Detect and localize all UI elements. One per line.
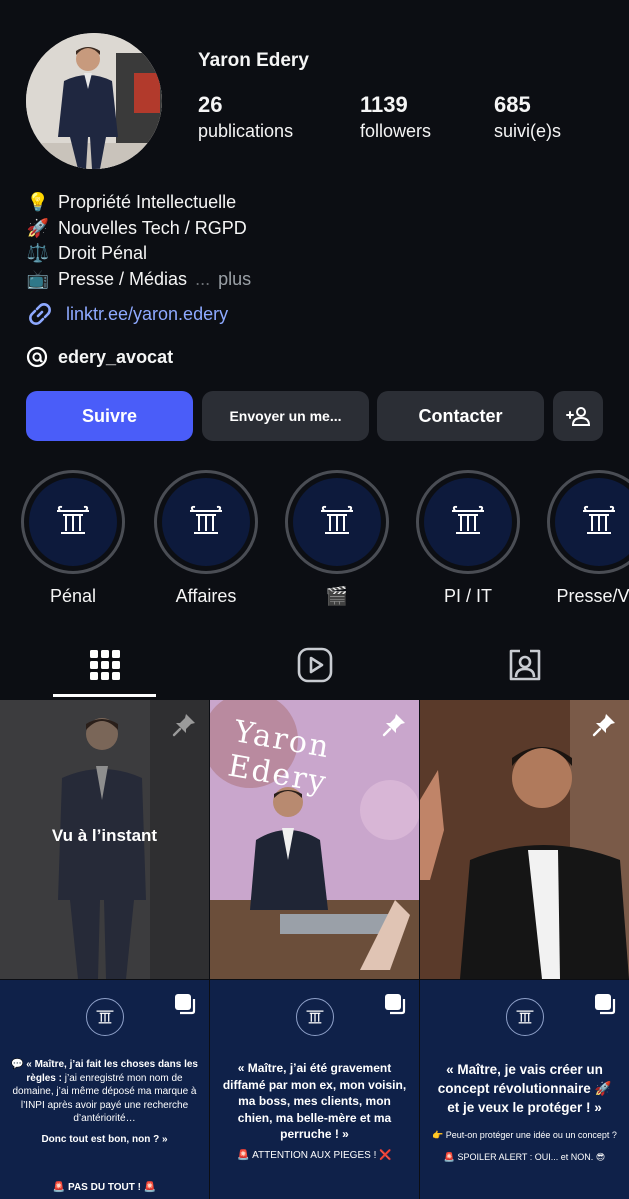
stat-value: 685 [494, 92, 531, 117]
bio-text: Presse / Médias [58, 268, 188, 289]
tab-reels[interactable] [263, 632, 367, 698]
highlight-cover [555, 478, 629, 566]
bio-line: 📺 Presse / Médias ... plus [26, 267, 251, 293]
lightbulb-icon: 💡 [26, 192, 50, 212]
post-tile[interactable]: Yaron Edery « Maître, j’ai été gravement… [210, 700, 419, 1199]
threads-icon [26, 346, 48, 368]
highlight-cover [29, 478, 117, 566]
message-button[interactable]: Envoyer un me... [202, 391, 369, 441]
stat-followers[interactable]: 1139 followers [360, 92, 431, 142]
bio-line: 🚀 Nouvelles Tech / RGPD [26, 216, 251, 242]
highlight-ring [21, 470, 125, 574]
bio-text: Propriété Intellectuelle [58, 192, 237, 212]
tab-grid[interactable] [53, 632, 157, 698]
column-logo-icon [321, 505, 353, 534]
highlight-cover [293, 478, 381, 566]
post-footer: 🚨 SPOILER ALERT : OUI... et NON. 😎 [443, 1152, 606, 1162]
highlight-label: PI / IT [443, 586, 492, 606]
stat-value: 26 [198, 92, 223, 117]
bio-ellipsis: ... [195, 268, 211, 289]
reels-icon [297, 647, 333, 683]
active-tab-indicator [53, 694, 156, 697]
add-person-icon [566, 407, 591, 426]
bio-more-link[interactable]: plus [218, 267, 251, 293]
tv-icon: 📺 [26, 268, 50, 289]
stat-publications[interactable]: 26 publications [198, 92, 293, 142]
threads-badge[interactable]: edery_avocat [26, 346, 173, 368]
stat-label: publications [198, 121, 294, 141]
link-icon [29, 303, 51, 325]
carousel-icon [175, 994, 196, 1015]
highlight-ring [154, 470, 258, 574]
highlight-ring [547, 470, 629, 574]
column-logo-icon [452, 505, 484, 534]
scales-icon: ⚖️ [26, 243, 50, 263]
bio: 💡 Propriété Intellectuelle 🚀 Nouvelles T… [26, 190, 251, 292]
column-logo-icon [516, 1010, 533, 1024]
stat-value: 1139 [360, 92, 408, 117]
firm-logo [505, 998, 544, 1036]
follow-button[interactable]: Suivre [26, 391, 193, 441]
post-tile[interactable]: Vu à l’instant 💬 « Maître, j’ai fait les… [0, 700, 209, 1199]
column-logo-icon [306, 1010, 323, 1024]
post-caption-card: « Maître, je vais créer un concept révol… [420, 980, 629, 1199]
highlight-label: Presse/VP [556, 586, 629, 606]
post-tile[interactable]: « Maître, je vais créer un concept révol… [420, 700, 629, 1199]
pin-icon [382, 714, 405, 737]
post-image [420, 700, 629, 979]
post-footer: 🚨 ATTENTION AUX PIEGES ! ❌ [237, 1150, 392, 1161]
post-footer: 🚨 PAS DU TOUT ! 🚨 [52, 1182, 157, 1193]
post-caption-card: 💬 « Maître, j’ai fait les choses dans le… [0, 980, 209, 1199]
column-logo-icon [190, 505, 222, 534]
profile-link-text: linktr.ee/yaron.edery [66, 303, 229, 324]
profile-link[interactable]: linktr.ee/yaron.edery [26, 300, 228, 328]
firm-logo [295, 998, 334, 1036]
firm-logo [85, 998, 124, 1036]
pin-icon [592, 714, 615, 737]
column-logo-icon [583, 505, 615, 534]
seen-overlay: Vu à l’instant [51, 826, 158, 845]
stat-label: followers [360, 121, 432, 141]
contact-button[interactable]: Contacter [377, 391, 544, 441]
highlight-cover [424, 478, 512, 566]
stat-following[interactable]: 685 suivi(e)s [494, 92, 561, 142]
highlight-affaires[interactable]: Affaires [154, 470, 258, 607]
rocket-icon: 🚀 [26, 217, 50, 238]
highlight-pi-it[interactable]: PI / IT [416, 470, 520, 607]
profile-tabs [0, 632, 629, 698]
profile-name: Yaron Edery [198, 50, 309, 71]
post-sub: 👉 Peut-on protéger une idée ou un concep… [432, 1130, 617, 1140]
tab-tagged[interactable] [473, 632, 577, 698]
highlight-ring [416, 470, 520, 574]
highlight-label: Pénal [49, 586, 97, 606]
bio-text: Nouvelles Tech / RGPD [58, 217, 247, 238]
highlight-ring [285, 470, 389, 574]
post-quote: « Maître, j’ai été gravement diffamé par… [222, 1061, 407, 1141]
stat-label: suivi(e)s [494, 121, 562, 141]
bio-line: 💡 Propriété Intellectuelle [26, 190, 251, 216]
post-caption-card: « Maître, j’ai été gravement diffamé par… [210, 980, 419, 1199]
carousel-icon [385, 994, 406, 1015]
bio-line: ⚖️ Droit Pénal [26, 241, 251, 267]
threads-handle: edery_avocat [58, 346, 174, 367]
grid-icon [90, 650, 120, 680]
bio-text: Droit Pénal [58, 243, 148, 263]
tagged-icon [509, 649, 541, 681]
suggest-people-button[interactable] [553, 391, 603, 441]
column-logo-icon [96, 1010, 113, 1024]
highlight-label: Affaires [175, 586, 237, 606]
pin-icon [172, 714, 195, 737]
highlight-cover [162, 478, 250, 566]
highlight-presse[interactable]: Presse/VP [547, 470, 629, 607]
column-logo-icon [57, 505, 89, 534]
highlight-label: 🎬 [325, 586, 349, 606]
carousel-icon [595, 994, 616, 1015]
highlight-clapper[interactable]: 🎬 [285, 470, 389, 607]
profile-avatar[interactable] [26, 33, 162, 169]
post-quote: « Maître, je vais créer un concept révol… [437, 1062, 612, 1115]
highlight-penal[interactable]: Pénal [21, 470, 125, 607]
post-question: Donc tout est bon, non ? » [41, 1134, 168, 1145]
